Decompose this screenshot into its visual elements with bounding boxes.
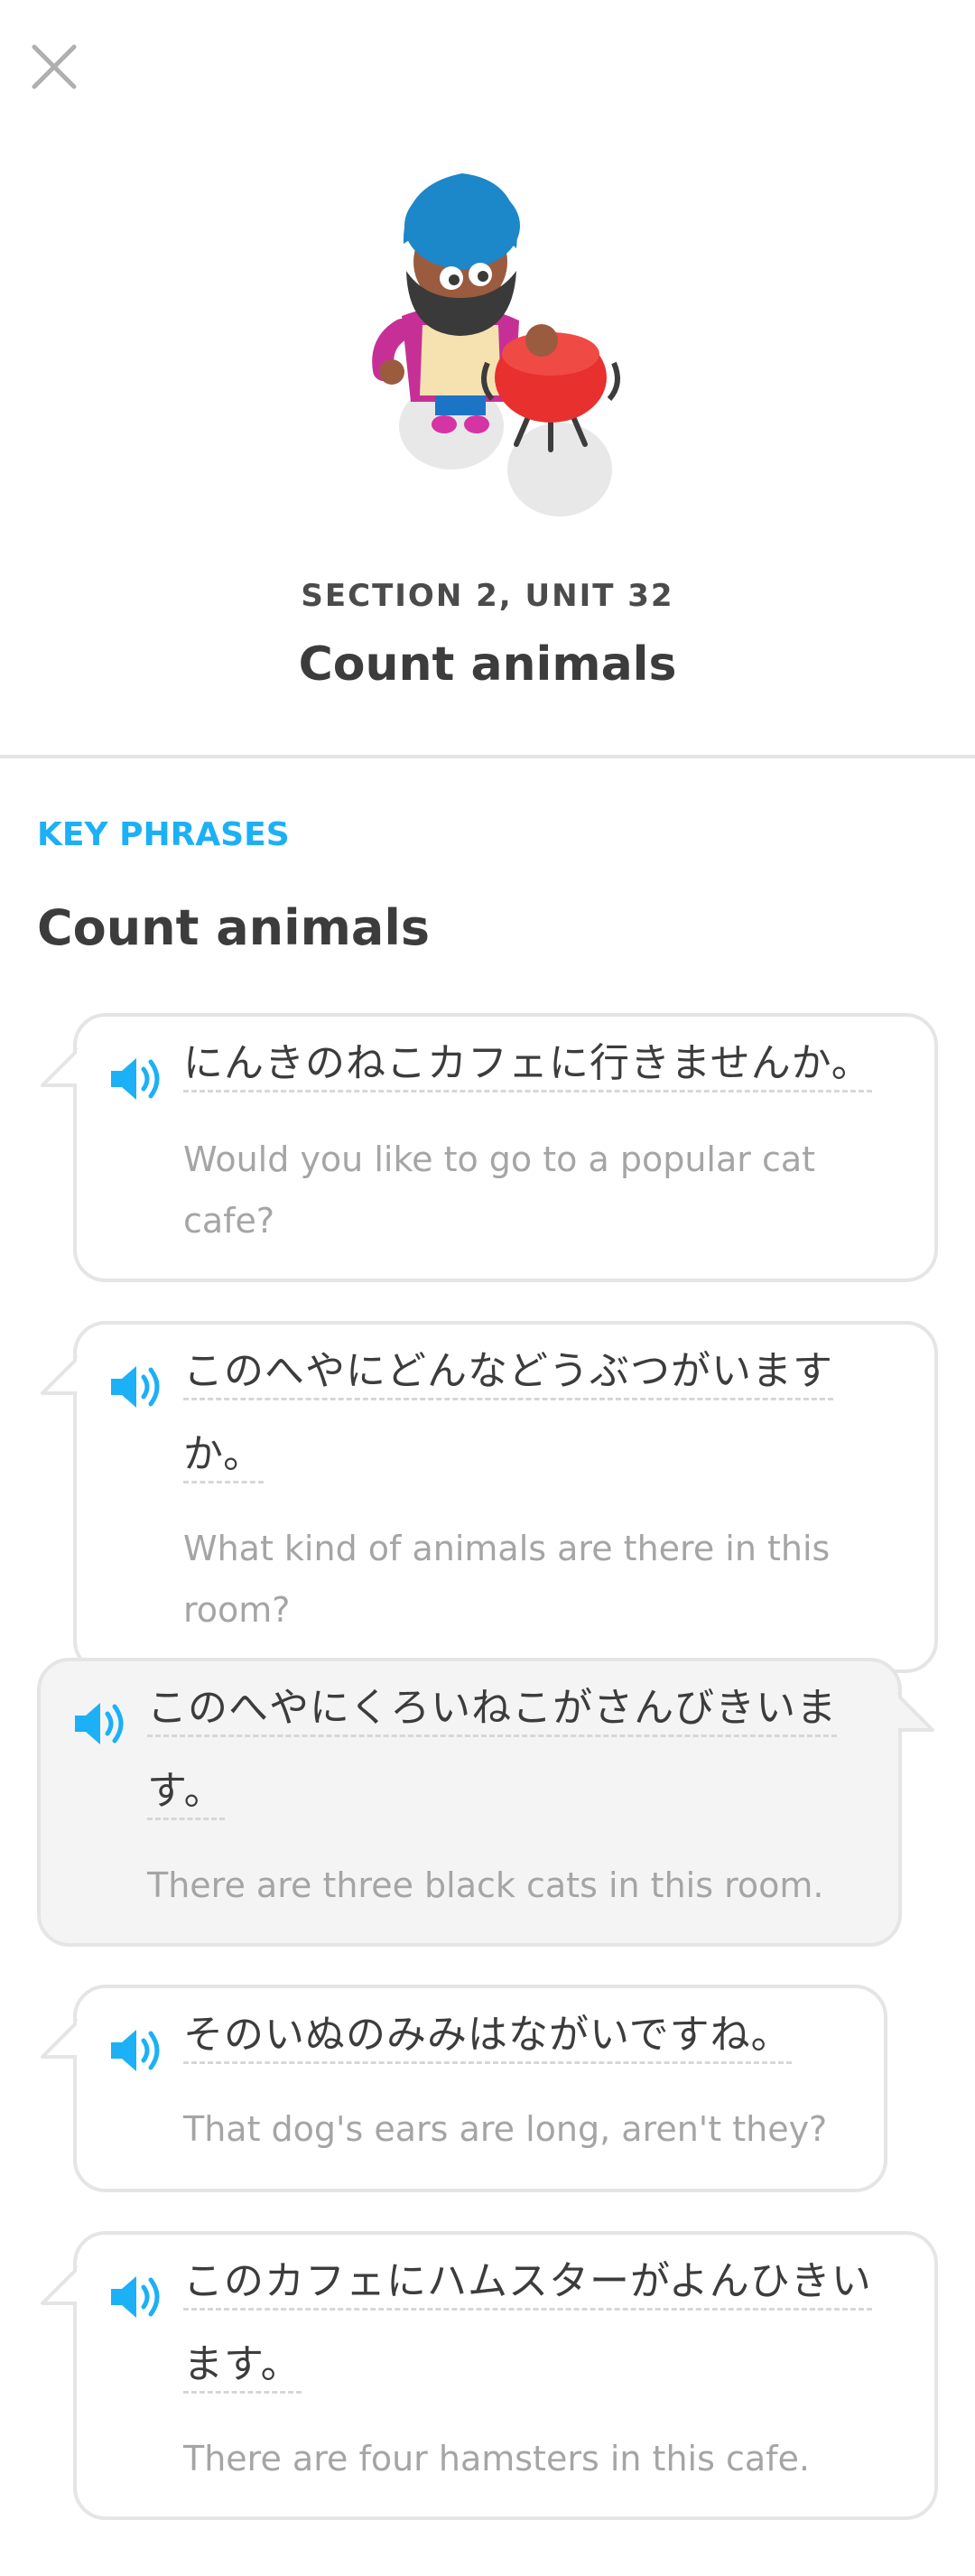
phrase-card: このカフェにハムスターがよんひきい ます。 There are four ham…	[41, 2231, 938, 2520]
character-illustration	[372, 173, 620, 516]
bubble-tail	[891, 1692, 934, 1734]
phrase-card: このへやにどんなどうぶつがいます か。 What kind of animals…	[41, 1321, 938, 1673]
japanese-text[interactable]: このへやにどんなどうぶつがいます	[183, 1348, 833, 1400]
japanese-phrase: ます。	[183, 2323, 302, 2406]
translation-line: cafe?	[183, 1201, 275, 1241]
play-audio-button[interactable]	[109, 1362, 165, 1411]
section-unit-label: SECTION 2, UNIT 32	[301, 578, 674, 614]
phrase-card: そのいぬのみみはながいですね。 That dog's ears are long…	[41, 1985, 887, 2192]
play-audio-button[interactable]	[109, 1055, 165, 1103]
play-audio-button[interactable]	[109, 2026, 165, 2075]
japanese-phrase: このへやにどんなどうぶつがいます	[183, 1330, 833, 1413]
translation-line: That dog's ears are long, aren't they?	[183, 2109, 828, 2149]
phrase-card: このへやにくろいねこがさんびきいま す。 There are three bla…	[37, 1658, 934, 1947]
japanese-phrase: このカフェにハムスターがよんひきい	[183, 2240, 872, 2323]
japanese-phrase: か。	[183, 1413, 265, 1496]
japanese-phrase: す。	[147, 1750, 225, 1833]
translation-line: What kind of animals are there in this	[183, 1529, 831, 1568]
japanese-text[interactable]: ます。	[183, 2341, 302, 2394]
speaker-icon	[111, 1366, 160, 1408]
speaker-icon	[111, 2276, 160, 2318]
bubble-tail	[41, 1047, 84, 1089]
translation-line: There are four hamsters in this cafe.	[183, 2439, 810, 2478]
bubble-tail	[41, 2265, 84, 2307]
speaker-icon	[111, 1058, 160, 1100]
japanese-phrase: そのいぬのみみはながいですね。	[183, 1994, 792, 2077]
translation-line: There are three black cats in this room.	[147, 1865, 824, 1905]
close-button[interactable]	[27, 40, 81, 94]
speaker-icon	[111, 2030, 160, 2071]
japanese-text[interactable]: か。	[183, 1431, 265, 1483]
speaker-icon	[75, 1703, 124, 1744]
divider	[0, 755, 975, 758]
translation-line: room?	[183, 1590, 291, 1630]
key-phrases-title: Count animals	[37, 899, 430, 956]
unit-title: Count animals	[298, 637, 677, 692]
key-phrases-heading: KEY PHRASES	[37, 816, 290, 853]
japanese-text[interactable]: このへやにくろいねこがさんびきいま	[147, 1685, 838, 1737]
translation-line: Would you like to go to a popular cat	[183, 1139, 816, 1179]
phrase-card: にんきのねこカフェに行きませんか。 Would you like to go t…	[41, 1013, 938, 1282]
japanese-text[interactable]: そのいぬのみみはながいですね。	[183, 2012, 792, 2064]
japanese-phrase: このへやにくろいねこがさんびきいま	[147, 1667, 838, 1750]
japanese-text[interactable]: にんきのねこカフェに行きませんか。	[183, 1040, 872, 1093]
play-audio-button[interactable]	[109, 2273, 165, 2321]
japanese-phrase: にんきのねこカフェに行きませんか。	[183, 1022, 872, 1105]
japanese-text[interactable]: す。	[147, 1768, 225, 1820]
bubble-tail	[41, 1355, 84, 1397]
play-audio-button[interactable]	[73, 1699, 129, 1748]
close-icon	[32, 44, 77, 89]
bubble-tail	[41, 2019, 84, 2060]
japanese-text[interactable]: このカフェにハムスターがよんひきい	[183, 2258, 872, 2311]
